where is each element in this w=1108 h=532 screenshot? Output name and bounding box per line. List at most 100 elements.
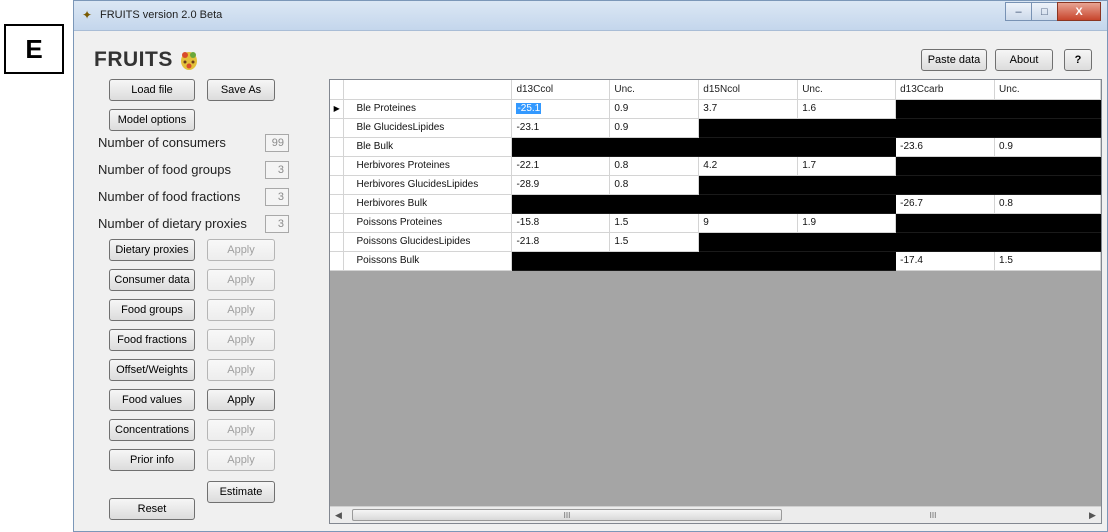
- window-controls: – □ X: [1005, 2, 1101, 21]
- apply-button[interactable]: Apply: [207, 269, 275, 291]
- data-cell[interactable]: 4.2: [698, 156, 799, 176]
- section-button[interactable]: Food groups: [109, 299, 195, 321]
- table-row[interactable]: Poissons Bulk -17.4 1.5: [330, 251, 1101, 271]
- apply-button[interactable]: Apply: [207, 329, 275, 351]
- data-cell[interactable]: 1.9: [797, 213, 897, 233]
- table-row[interactable]: Poissons GlucidesLipides -21.8 1.5: [330, 232, 1101, 252]
- table-row[interactable]: Herbivores Bulk -26.7 0.8: [330, 194, 1101, 214]
- data-cell[interactable]: 1.5: [609, 232, 700, 252]
- data-cell[interactable]: 0.8: [609, 156, 700, 176]
- cell-value: 0.9: [999, 141, 1013, 152]
- apply-button[interactable]: Apply: [207, 449, 275, 471]
- data-cell[interactable]: -28.9: [511, 175, 611, 195]
- table-row[interactable]: Herbivores GlucidesLipides -28.9 0.8: [330, 175, 1101, 195]
- data-cell[interactable]: -25.1: [511, 99, 611, 119]
- section-button[interactable]: Prior info: [109, 449, 195, 471]
- fruits-logo-icon: [181, 52, 197, 70]
- apply-button[interactable]: Apply: [207, 299, 275, 321]
- scroll-track-grip: III: [788, 509, 1078, 521]
- blocked-cell: [895, 156, 996, 176]
- close-button[interactable]: X: [1057, 2, 1101, 21]
- cell-value: 9: [703, 217, 709, 228]
- column-header[interactable]: Unc.: [609, 80, 700, 100]
- section-button[interactable]: Dietary proxies: [109, 239, 195, 261]
- data-cell[interactable]: 0.9: [994, 137, 1101, 157]
- load-file-button[interactable]: Load file: [109, 79, 195, 101]
- row-selector[interactable]: [330, 232, 345, 252]
- data-cell[interactable]: -23.1: [511, 118, 611, 138]
- cell-value: 4.2: [703, 160, 718, 171]
- data-cell[interactable]: -23.6: [895, 137, 996, 157]
- data-cell[interactable]: 0.9: [609, 99, 700, 119]
- data-cell[interactable]: -22.1: [511, 156, 611, 176]
- section-button[interactable]: Offset/Weights: [109, 359, 195, 381]
- count-value-field[interactable]: 3: [265, 161, 289, 179]
- current-row-icon[interactable]: ▶: [330, 99, 345, 119]
- row-selector[interactable]: [330, 194, 345, 214]
- app-brand: FRUITS: [94, 48, 173, 71]
- scroll-left-icon[interactable]: ◀: [330, 507, 347, 523]
- data-cell[interactable]: 0.8: [994, 194, 1101, 214]
- model-options-button[interactable]: Model options: [109, 109, 195, 131]
- table-row[interactable]: Ble GlucidesLipides -23.1 0.9: [330, 118, 1101, 138]
- count-value-field[interactable]: 3: [265, 215, 289, 233]
- column-header[interactable]: d13Ccarb: [895, 80, 996, 100]
- cell-value: -22.1: [516, 160, 540, 171]
- section-button[interactable]: Food fractions: [109, 329, 195, 351]
- data-cell[interactable]: 1.7: [797, 156, 897, 176]
- data-cell[interactable]: 1.5: [994, 251, 1101, 271]
- food-values-grid[interactable]: d13Ccol Unc. d15Ncol Unc. d13Ccarb Unc. ▶ Ble …: [329, 79, 1102, 524]
- apply-button[interactable]: Apply: [207, 419, 275, 441]
- data-cell[interactable]: -15.8: [511, 213, 611, 233]
- data-cell[interactable]: 0.8: [609, 175, 700, 195]
- count-value-field[interactable]: 99: [265, 134, 289, 152]
- apply-button[interactable]: Apply: [207, 359, 275, 381]
- blocked-cell: [994, 175, 1101, 195]
- data-cell[interactable]: 1.6: [797, 99, 897, 119]
- maximize-button[interactable]: □: [1031, 2, 1058, 21]
- column-header[interactable]: d13Ccol: [511, 80, 611, 100]
- section-button[interactable]: Food values: [109, 389, 195, 411]
- help-button[interactable]: ?: [1064, 49, 1092, 71]
- count-value-field[interactable]: 3: [265, 188, 289, 206]
- paste-data-button[interactable]: Paste data: [921, 49, 987, 71]
- about-button[interactable]: About: [995, 49, 1053, 71]
- blocked-cell: [698, 137, 799, 157]
- data-cell[interactable]: -17.4: [895, 251, 996, 271]
- section-button[interactable]: Consumer data: [109, 269, 195, 291]
- scroll-right-icon[interactable]: ▶: [1084, 507, 1101, 523]
- apply-button[interactable]: Apply: [207, 389, 275, 411]
- row-selector[interactable]: [330, 175, 345, 195]
- section-button[interactable]: Concentrations: [109, 419, 195, 441]
- row-selector[interactable]: [330, 213, 345, 233]
- cell-value: 1.5: [999, 255, 1013, 266]
- data-cell[interactable]: -21.8: [511, 232, 611, 252]
- blocked-cell: [895, 118, 996, 138]
- estimate-button[interactable]: Estimate: [207, 481, 275, 503]
- row-selector[interactable]: [330, 251, 345, 271]
- data-cell[interactable]: 0.9: [609, 118, 700, 138]
- row-selector[interactable]: [330, 137, 345, 157]
- table-row[interactable]: Ble Bulk -23.6 0.9: [330, 137, 1101, 157]
- apply-button[interactable]: Apply: [207, 239, 275, 261]
- data-cell[interactable]: 3.7: [698, 99, 799, 119]
- column-header[interactable]: d15Ncol: [698, 80, 799, 100]
- column-header[interactable]: Unc.: [994, 80, 1101, 100]
- data-cell[interactable]: 1.5: [609, 213, 700, 233]
- row-selector[interactable]: [330, 118, 345, 138]
- data-cell[interactable]: 9: [698, 213, 799, 233]
- reset-button[interactable]: Reset: [109, 498, 195, 520]
- row-selector[interactable]: [330, 156, 345, 176]
- data-cell[interactable]: -26.7: [895, 194, 996, 214]
- table-row[interactable]: ▶ Ble Proteines -25.1 0.9 3.7 1.6: [330, 99, 1101, 119]
- table-row[interactable]: Poissons Proteines -15.8 1.5 9 1.9: [330, 213, 1101, 233]
- horizontal-scrollbar[interactable]: ◀ III III ▶: [330, 506, 1101, 523]
- blocked-cell: [797, 118, 897, 138]
- save-as-button[interactable]: Save As: [207, 79, 275, 101]
- minimize-button[interactable]: –: [1005, 2, 1032, 21]
- title-bar[interactable]: ✦ FRUITS version 2.0 Beta – □ X: [74, 1, 1107, 31]
- blocked-cell: [797, 194, 897, 214]
- table-row[interactable]: Herbivores Proteines -22.1 0.8 4.2 1.7: [330, 156, 1101, 176]
- column-header[interactable]: Unc.: [797, 80, 897, 100]
- scroll-thumb[interactable]: III: [352, 509, 782, 521]
